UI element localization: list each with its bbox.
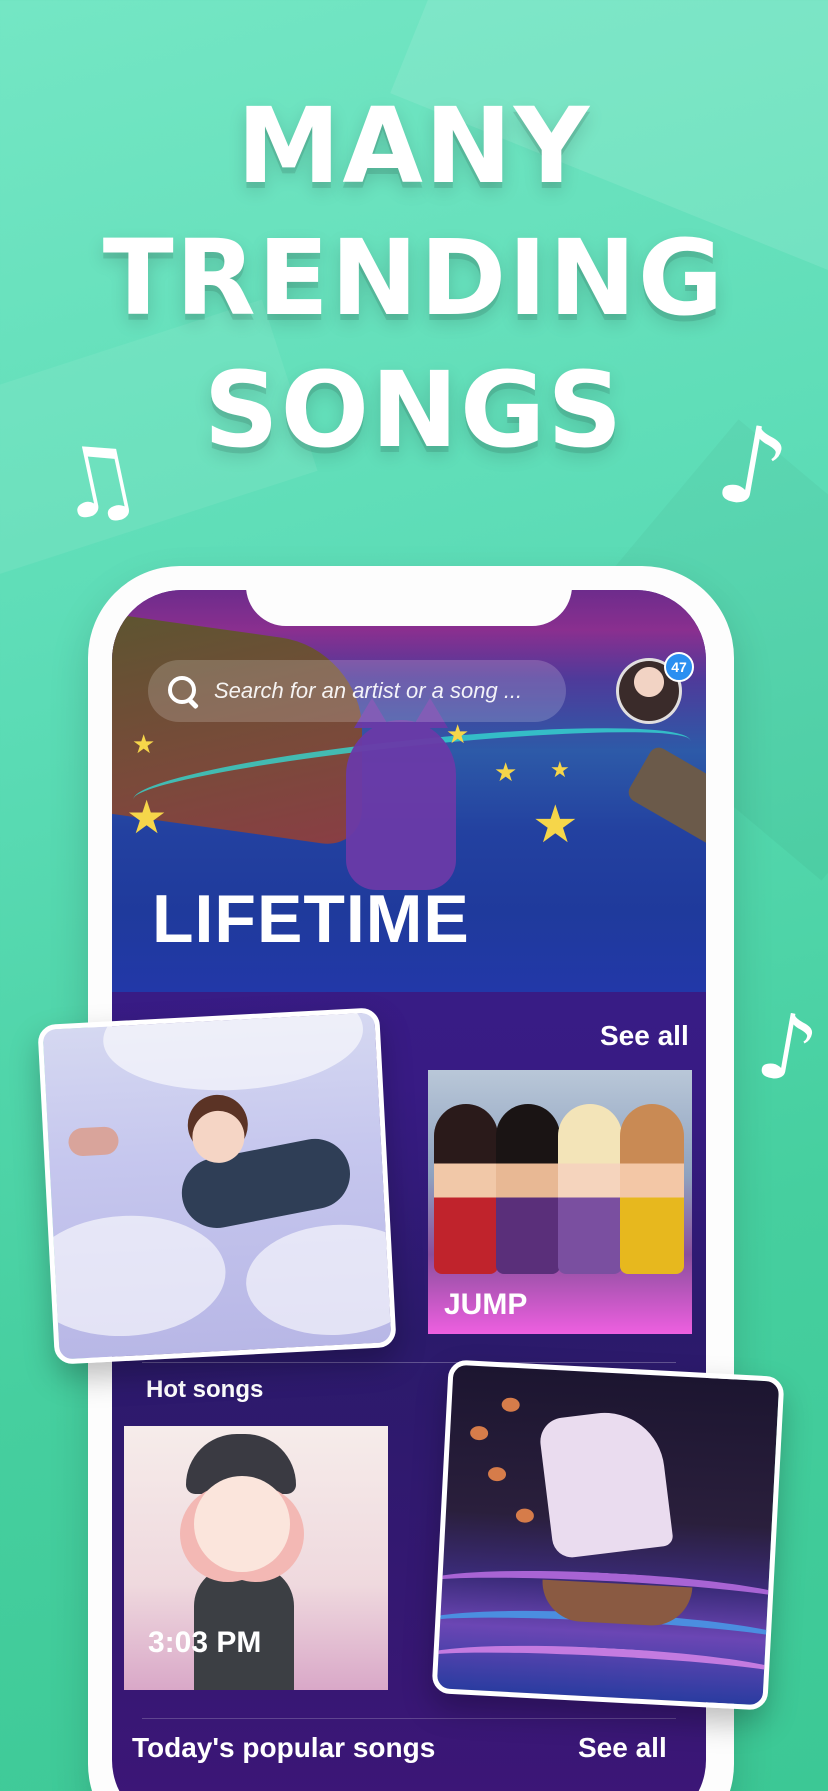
see-all-button[interactable]: See all	[600, 1020, 689, 1052]
headline-line-1: MANY	[236, 85, 592, 207]
music-note-icon: ♪	[749, 990, 826, 1107]
cloud-illustration	[100, 1007, 366, 1097]
artist-figure	[434, 1104, 498, 1274]
see-all-button[interactable]: See all	[578, 1732, 667, 1764]
floating-song-card-sea[interactable]	[431, 1359, 785, 1711]
star-icon: ★	[126, 790, 168, 844]
floating-song-card-snow[interactable]	[37, 1007, 397, 1365]
star-icon: ★	[550, 758, 570, 783]
sail-illustration	[537, 1406, 674, 1560]
hot-songs-heading: Hot songs	[146, 1376, 264, 1403]
notification-badge: 47	[664, 652, 694, 682]
search-icon	[166, 674, 200, 708]
star-icon: ★	[446, 720, 470, 750]
star-icon: ★	[494, 758, 518, 788]
search-bar[interactable]: Search for an artist or a song ...	[148, 660, 566, 722]
artist-figure	[558, 1104, 622, 1274]
hero-cat-illustration	[346, 698, 456, 890]
cloud-illustration	[37, 1210, 229, 1342]
artist-figure	[620, 1104, 684, 1274]
headline-line-2: TRENDING	[102, 217, 726, 339]
star-icon: ★	[532, 795, 579, 855]
popular-songs-heading: Today's popular songs	[132, 1732, 436, 1763]
song-card-title: JUMP	[444, 1288, 528, 1321]
asteroid-illustration	[487, 1466, 507, 1482]
girl-face-illustration	[194, 1476, 290, 1572]
artist-figure	[496, 1104, 560, 1274]
song-card-time[interactable]: 3:03 PM	[124, 1426, 388, 1690]
song-card-title: 3:03 PM	[148, 1626, 262, 1659]
hero-title: LIFETIME	[152, 881, 470, 957]
cat-illustration	[67, 1126, 120, 1157]
asteroid-illustration	[469, 1425, 489, 1441]
section-divider	[142, 1362, 676, 1363]
song-card-jump[interactable]: JUMP	[428, 1070, 692, 1334]
asteroid-illustration	[515, 1508, 535, 1524]
cloud-illustration	[243, 1220, 397, 1340]
asteroid-illustration	[501, 1397, 521, 1413]
section-divider	[142, 1718, 676, 1719]
phone-notch	[246, 566, 572, 626]
search-placeholder: Search for an artist or a song ...	[214, 678, 523, 703]
hero-banner[interactable]: ★ ★ ★ ★ ★ ★ Search for an artist or a so…	[112, 590, 706, 992]
star-icon: ★	[132, 730, 156, 760]
promo-headline: MANY TRENDING SONGS	[0, 80, 828, 476]
